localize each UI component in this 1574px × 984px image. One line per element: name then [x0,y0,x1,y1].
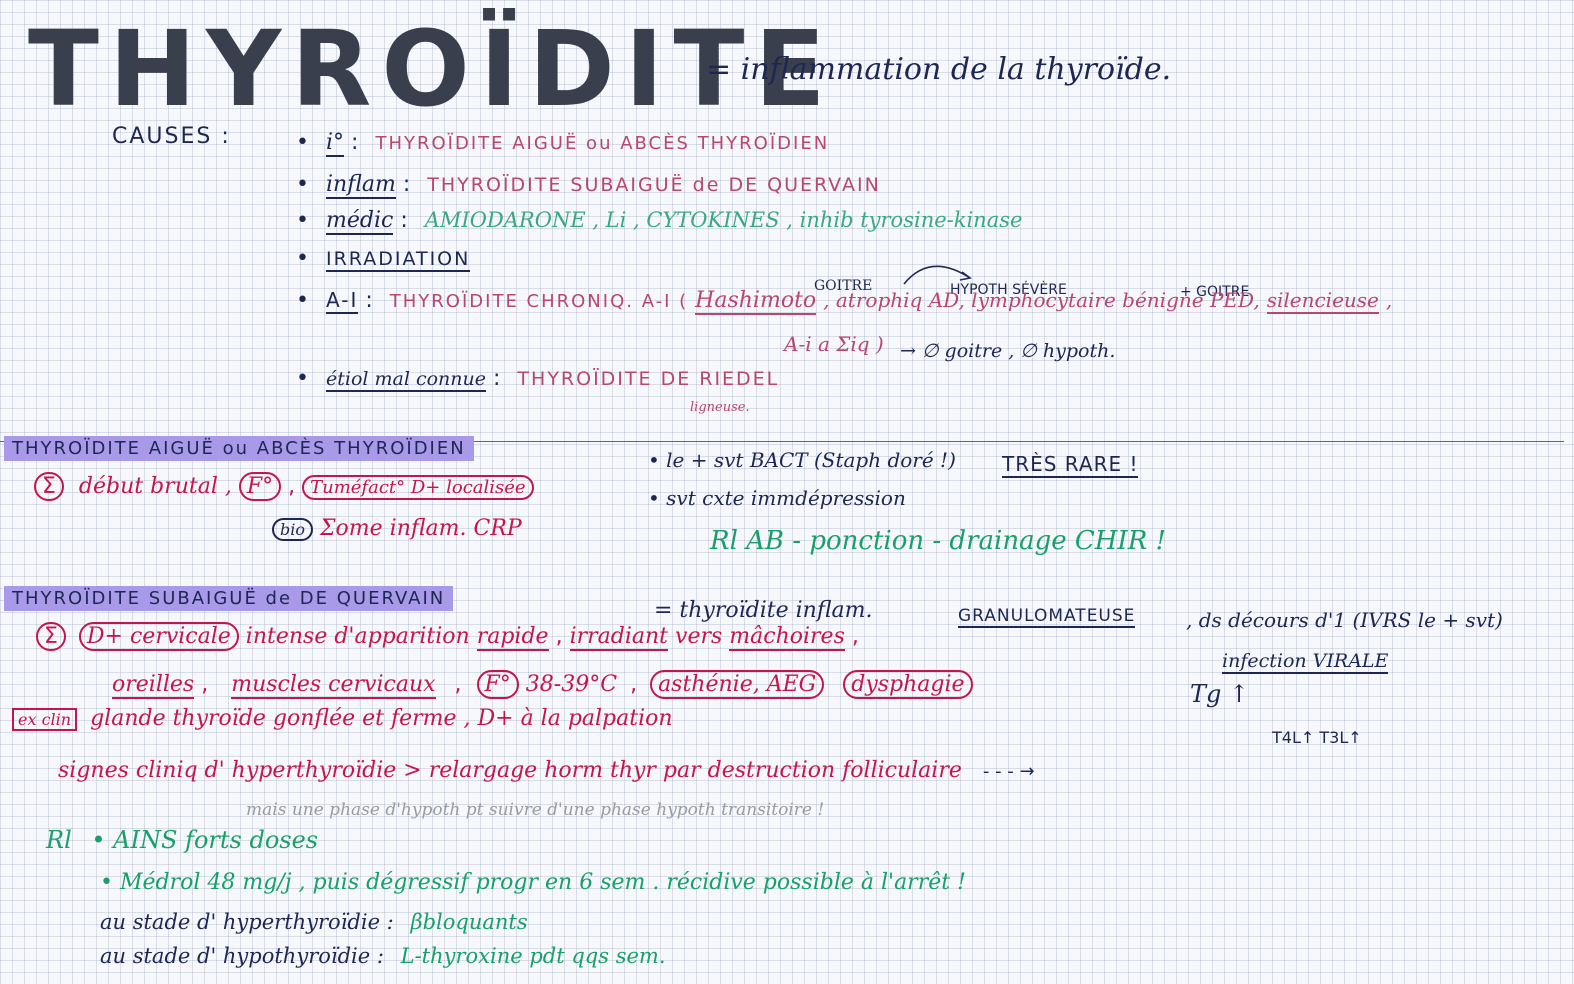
cause-item-irradiation: • IRRADIATION [296,246,471,272]
exclin-badge: ex clin [12,708,78,731]
cause-sep: : [402,172,411,197]
cause-text: THYROÏDITE CHRONIQ. A-I ( [389,291,689,312]
cause-key: IRRADIATION [325,248,471,272]
cause-text: THYROÏDITE DE RIEDEL [517,368,780,390]
section1-bio: bio Σome inflam. CRP [272,516,522,541]
comma: , [851,624,859,649]
comma: , [288,474,296,499]
ai-detail-rest: , atrophiq AD, lymphocytaire bénigne PED… [823,288,1260,312]
section2-treatment-line1: Rl • AINS forts doses [46,826,318,854]
fever-badge: F° [476,670,519,699]
cause-sep: : [351,130,359,155]
signes-text: signes cliniq d' hyperthyroïdie > relarg… [58,758,962,783]
comma: , [630,672,638,697]
cause-sep: : [493,366,501,391]
bullet: • [296,130,309,155]
stade-treatment: L-thyroxine pdt qqs sem. [400,944,666,968]
comma: , [454,672,462,697]
intense-text: intense d'apparition [245,624,470,649]
section2-signs-line1: Σ D+ cervicale intense d'apparition rapi… [36,622,859,651]
curved-arrow-icon [903,265,972,285]
tumefaction-badge: Tuméfact° D+ localisée [302,475,534,500]
machoires-text: mâchoires [729,624,845,651]
cause-item-infection: • i° : THYROÏDITE AIGUË ou ABCÈS THYROÏD… [296,130,830,157]
cause-key: médic [325,208,394,235]
vers-text: vers [675,624,723,649]
bullet: • [296,366,309,391]
oreilles-text: oreilles [112,672,195,699]
section2-decours: , ds décours d'1 (IVRS le + svt) [1186,608,1503,632]
section2-stade-hyper: au stade d' hyperthyroïdie : βbloquants [100,910,528,934]
comma: , [555,624,563,649]
bullet: • [296,208,309,233]
cause-item-unknown: • étiol mal connue : THYROÏDITE DE RIEDE… [296,366,780,392]
t4t3-note: T4L↑ T3L↑ [1272,728,1362,747]
cause-item-autoimmune: • A-I : THYROÏDITE CHRONIQ. A-I ( Hashim… [296,288,1393,315]
section2-heading: THYROÏDITE SUBAIGUË de DE QUERVAIN [4,586,454,611]
stade-label: au stade d' hyperthyroïdie : [100,910,394,934]
riedel-subnote: ligneuse. [690,400,750,415]
cause-key: A-I [325,288,359,314]
bio-text: Σome inflam. CRP [320,516,522,541]
bullet: • [296,288,309,313]
hashimoto-text: Hashimoto [695,288,817,315]
comma: , [1385,288,1393,312]
cervical-badge: D+ cervicale [78,622,239,651]
bio-badge: bio [272,518,313,541]
cause-sep: : [400,208,408,233]
cause-sep: : [365,288,373,313]
section2-hypo-note: mais une phase d'hypoth pt suivre d'une … [246,800,825,820]
section2-signs-line2: oreilles , muscles cervicaux , F° 38-39°… [112,670,973,699]
rapide-text: rapide [476,624,549,651]
ai-detail-line2: A-i a Σiq ) [784,332,884,356]
stade-label: au stade d' hypothyroïdie : [100,944,384,968]
bullet: • [296,246,309,271]
fever-badge: F° [238,472,282,501]
causes-label: CAUSES : [112,124,231,149]
tg-note: Tg ↑ [1190,680,1250,708]
dysphagie-badge: dysphagie [843,670,973,699]
section2-stade-hypo: au stade d' hypothyroïdie : L-thyroxine … [100,944,666,968]
cause-key: inflam [325,172,396,199]
section1-signs: Σ début brutal , F° , Tuméfact° D+ local… [34,472,534,501]
sigma-icon: Σ [36,622,66,651]
section1-treatment: Rl AB - ponction - drainage CHIR ! [710,526,1166,556]
silent-text: silencieuse [1266,288,1379,314]
cause-key: étiol mal connue [325,368,486,392]
section2-definition: = thyroïdite inflam. [654,598,873,623]
section2-granulo: GRANULOMATEUSE [958,606,1136,628]
bullet: • [296,172,309,197]
debut-text: début brutal , [78,474,232,499]
glande-text: glande thyroïde gonflée et ferme , D+ à … [90,706,673,731]
cause-text: AMIODARONE , Li , CYTOKINES , inhib tyro… [424,208,1023,232]
cause-item-inflam: • inflam : THYROÏDITE SUBAIGUË de DE QUE… [296,172,881,199]
section2-medrol: • Médrol 48 mg/j , puis dégressif progr … [100,870,966,895]
section2-infection: infection VIRALE [1222,650,1389,674]
sigma-icon: Σ [34,472,64,501]
section2-hyper-line: signes cliniq d' hyperthyroïdie > relarg… [58,758,1035,783]
cause-text: THYROÏDITE AIGUË ou ABCÈS THYROÏDIEN [375,133,830,154]
section2-exam-line: ex clin glande thyroïde gonflée et ferme… [12,706,673,731]
temp-text: 38-39°C [525,672,618,697]
section1-note-immuno: • svt cxte immdépression [648,486,906,510]
irradiant-text: irradiant [569,624,669,651]
section1-heading: THYROÏDITE AIGUË ou ABCÈS THYROÏDIEN [4,436,474,461]
comma: , [201,672,209,697]
rl-label: Rl [46,826,72,854]
section1-rare: TRÈS RARE ! [1002,452,1139,478]
stade-treatment: βbloquants [410,910,528,934]
section1-note-bact: • le + svt BACT (Staph doré !) [648,448,956,472]
ains-text: • AINS forts doses [91,826,319,854]
asthenie-badge: asthénie, AEG [650,670,825,699]
cause-item-medic: • médic : AMIODARONE , Li , CYTOKINES , … [296,208,1023,235]
dashed-arrow-icon: - - - → [982,761,1035,782]
no-goitre-note: → ∅ goitre , ∅ hypoth. [900,340,1116,362]
title-definition: = inflammation de la thyroïde. [706,52,1172,87]
muscles-text: muscles cervicaux [231,672,436,699]
cause-key: i° [325,130,345,157]
cause-text: THYROÏDITE SUBAIGUË de DE QUERVAIN [427,174,881,196]
